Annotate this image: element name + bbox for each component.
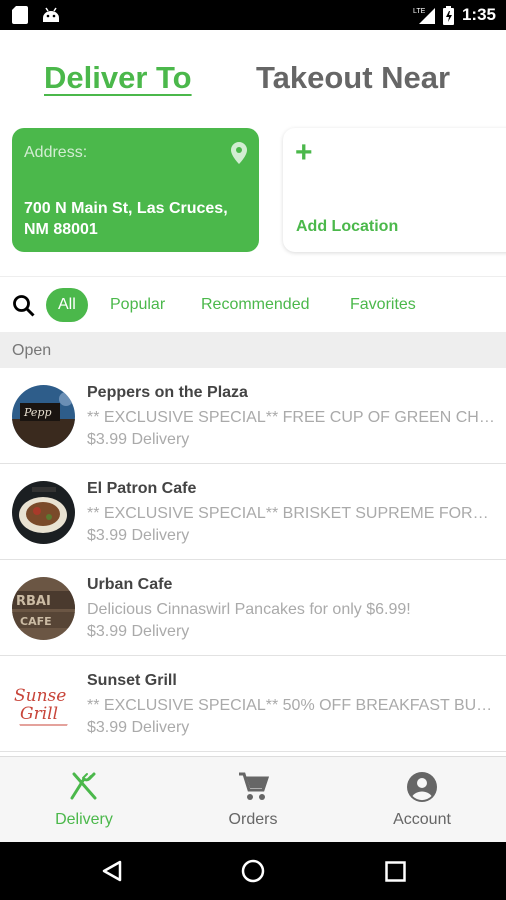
lte-signal-icon: LTE — [413, 8, 435, 24]
svg-text:CAFE: CAFE — [20, 615, 52, 628]
address-label: Address: — [24, 144, 88, 161]
add-location-label: Add Location — [296, 218, 399, 235]
restaurant-name: Urban Cafe — [87, 576, 173, 593]
nav-delivery[interactable]: Delivery — [0, 757, 168, 843]
filter-bar: All Popular Recommended Favorites — [0, 276, 506, 332]
restaurant-row[interactable]: RBAI CAFE Urban Cafe Delicious Cinnaswirl… — [0, 560, 506, 656]
recents-icon[interactable] — [385, 861, 406, 882]
svg-text:Pepp: Pepp — [23, 406, 52, 419]
svg-text:RBAI: RBAI — [16, 594, 51, 609]
search-icon[interactable] — [12, 294, 36, 318]
delivery-fee: $3.99 Delivery — [87, 527, 190, 544]
restaurant-special: ** EXCLUSIVE SPECIAL** BRISKET SUPREME F… — [87, 505, 489, 522]
home-icon[interactable] — [241, 859, 265, 883]
account-icon — [407, 772, 437, 802]
location-pin-icon — [231, 142, 247, 164]
restaurant-row[interactable]: Sunse Grill Sunset Grill ** EXCLUSIVE SPE… — [0, 656, 506, 752]
cart-icon — [239, 772, 269, 800]
battery-icon — [442, 5, 454, 25]
back-icon[interactable] — [100, 859, 124, 883]
delivery-fee: $3.99 Delivery — [87, 431, 190, 448]
nav-orders-label: Orders — [228, 811, 278, 828]
filter-chip-all[interactable]: All — [46, 288, 88, 322]
restaurant-special: ** EXCLUSIVE SPECIAL** FREE CUP OF GREEN… — [87, 409, 497, 426]
tab-takeout-near[interactable]: Takeout Near — [256, 60, 450, 96]
restaurant-thumbnail: Pepp — [12, 385, 75, 448]
fork-knife-icon — [70, 772, 97, 800]
nav-account-label: Account — [393, 811, 451, 828]
system-navigation-bar — [0, 842, 506, 900]
restaurant-row[interactable]: Pepp Peppers on the Plaza ** EXCLUSIVE S… — [0, 368, 506, 464]
section-title: Open — [12, 342, 52, 359]
restaurant-special: ** EXCLUSIVE SPECIAL** 50% OFF BREAKFAST… — [87, 697, 493, 714]
svg-text:Sunse: Sunse — [14, 686, 66, 706]
nav-account[interactable]: Account — [338, 757, 506, 843]
plus-icon: + — [295, 136, 313, 169]
sd-card-icon — [12, 6, 28, 24]
mode-tabs: Deliver To Takeout Near — [0, 30, 506, 128]
location-cards: Address: 700 N Main St, Las Cruces, NM 8… — [0, 128, 506, 252]
restaurant-name: Peppers on the Plaza — [87, 384, 248, 401]
status-bar: LTE 1:35 — [0, 0, 506, 30]
restaurant-thumbnail: RBAI CAFE — [12, 577, 75, 640]
bottom-navigation: Delivery Orders Account — [0, 756, 506, 842]
restaurant-name: Sunset Grill — [87, 672, 177, 689]
restaurant-row[interactable]: El Patron Cafe ** EXCLUSIVE SPECIAL** BR… — [0, 464, 506, 560]
delivery-fee: $3.99 Delivery — [87, 623, 190, 640]
address-card[interactable]: Address: 700 N Main St, Las Cruces, NM 8… — [12, 128, 259, 252]
restaurant-list: Pepp Peppers on the Plaza ** EXCLUSIVE S… — [0, 368, 506, 752]
tab-deliver-to[interactable]: Deliver To — [44, 60, 192, 96]
android-icon — [43, 7, 59, 22]
svg-text:Grill: Grill — [20, 704, 58, 724]
restaurant-special: Delicious Cinnaswirl Pancakes for only $… — [87, 601, 411, 618]
filter-chip-favorites[interactable]: Favorites — [350, 288, 416, 322]
section-header: Open — [0, 332, 506, 368]
filter-chip-recommended[interactable]: Recommended — [201, 288, 310, 322]
delivery-fee: $3.99 Delivery — [87, 719, 190, 736]
filter-chip-popular[interactable]: Popular — [110, 288, 165, 322]
nav-orders[interactable]: Orders — [169, 757, 337, 843]
svg-text:LTE: LTE — [413, 8, 426, 15]
address-text: 700 N Main St, Las Cruces, NM 88001 — [24, 200, 228, 238]
nav-delivery-label: Delivery — [55, 811, 113, 828]
restaurant-thumbnail — [12, 481, 75, 544]
clock-time: 1:35 — [461, 5, 496, 24]
restaurant-logo: Sunse Grill — [12, 673, 75, 736]
restaurant-name: El Patron Cafe — [87, 480, 197, 497]
add-location-card[interactable]: + Add Location — [283, 128, 506, 252]
